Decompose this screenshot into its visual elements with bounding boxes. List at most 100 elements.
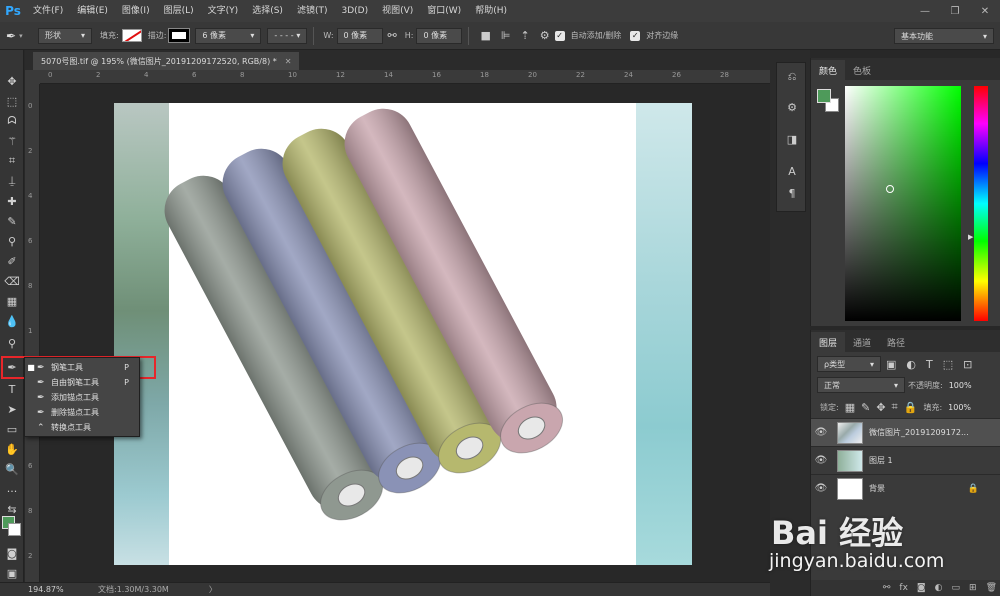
blend-mode-select[interactable]: 正常 ▾ xyxy=(817,377,905,393)
stroke-width-input[interactable]: 6 像素 ▾ xyxy=(195,27,262,44)
tab-channels[interactable]: 通道 xyxy=(845,332,879,352)
tab-layers[interactable]: 图层 xyxy=(811,332,846,352)
layer-row[interactable]: 👁 图层 1 xyxy=(811,446,1000,474)
paragraph-panel-icon[interactable]: ¶ xyxy=(783,185,801,201)
height-input[interactable]: 0 像素 xyxy=(416,27,463,44)
type-filter-icon[interactable]: T xyxy=(926,358,933,371)
path-alignment-icon[interactable]: ⊫ xyxy=(501,29,511,42)
adjustment-filter-icon[interactable]: ◐ xyxy=(906,358,916,371)
fx-icon[interactable]: fx xyxy=(899,583,908,593)
crop-tool-icon[interactable]: ⌗ xyxy=(2,152,22,170)
eraser-tool-icon[interactable]: ⌫ xyxy=(2,272,22,290)
menu-window[interactable]: 窗口(W) xyxy=(420,0,468,22)
marquee-tool-icon[interactable]: ⬚ xyxy=(2,92,22,110)
tab-paths[interactable]: 路径 xyxy=(879,332,913,352)
document-tab[interactable]: 5070号图.tif @ 195% (微信图片_20191209172520, … xyxy=(33,52,300,70)
close-button[interactable]: ✕ xyxy=(970,0,1000,22)
lock-artboard-icon[interactable]: ⌗ xyxy=(892,400,898,414)
tab-color[interactable]: 颜色 xyxy=(811,60,846,80)
add-mask-icon[interactable]: ◙ xyxy=(917,583,926,593)
menu-3d[interactable]: 3D(D) xyxy=(334,0,375,22)
close-tab-icon[interactable]: ✕ xyxy=(285,57,292,66)
history-panel-icon[interactable]: ⎌ xyxy=(783,69,801,85)
image-filter-icon[interactable]: ▣ xyxy=(886,358,896,371)
adjustments-panel-icon[interactable]: ◨ xyxy=(783,131,801,147)
link-icon[interactable]: ⚯ xyxy=(388,29,397,42)
character-panel-icon[interactable]: A xyxy=(783,163,801,179)
tool-preset-picker[interactable]: ✒ ▾ xyxy=(6,29,38,43)
auto-add-delete-checkbox[interactable]: ✓ xyxy=(554,30,565,41)
lock-image-icon[interactable]: ✎ xyxy=(861,401,870,414)
menu-view[interactable]: 视图(V) xyxy=(375,0,420,22)
panel-foreground-color[interactable] xyxy=(817,89,831,103)
more-tools-icon[interactable]: ··· xyxy=(2,482,22,500)
opacity-value[interactable]: 100% xyxy=(949,381,972,390)
properties-panel-icon[interactable]: ⚙ xyxy=(783,99,801,115)
layer-row[interactable]: 👁 背景 🔒 xyxy=(811,474,1000,502)
gear-icon[interactable]: ⚙ xyxy=(540,29,550,42)
background-color[interactable] xyxy=(8,523,21,536)
tab-swatches[interactable]: 色板 xyxy=(845,60,879,80)
menu-edit[interactable]: 编辑(E) xyxy=(70,0,115,22)
menu-image[interactable]: 图像(I) xyxy=(115,0,157,22)
new-group-icon[interactable]: ▭ xyxy=(952,583,961,593)
quick-mask-icon[interactable]: ◙ xyxy=(2,544,22,562)
rectangle-tool-icon[interactable]: ▭ xyxy=(2,420,22,438)
move-tool-icon[interactable]: ✥ xyxy=(2,72,22,90)
dodge-tool-icon[interactable]: ⚲ xyxy=(2,334,22,352)
eyedropper-tool-icon[interactable]: ⍊ xyxy=(2,172,22,190)
tool-mode-select[interactable]: 形状 ▾ xyxy=(38,27,92,44)
width-input[interactable]: 0 像素 xyxy=(336,27,383,44)
path-arrangement-icon[interactable]: ⇡ xyxy=(520,29,529,42)
menu-file[interactable]: 文件(F) xyxy=(26,0,70,22)
history-brush-tool-icon[interactable]: ✐ xyxy=(2,252,22,270)
fill-value[interactable]: 100% xyxy=(948,403,971,412)
menu-layer[interactable]: 图层(L) xyxy=(157,0,201,22)
screen-mode-icon[interactable]: ▣ xyxy=(2,564,22,582)
magic-wand-tool-icon[interactable]: ⚚ xyxy=(2,132,22,150)
minimize-button[interactable]: — xyxy=(910,0,940,22)
stroke-swatch[interactable] xyxy=(168,28,191,43)
trash-icon[interactable]: 🗑 xyxy=(986,583,997,593)
path-operations-icon[interactable]: ■ xyxy=(480,29,490,42)
flyout-pen-tool[interactable]: ■ ✒ 钢笔工具 P xyxy=(25,360,139,375)
restore-button[interactable]: ❐ xyxy=(940,0,970,22)
lasso-tool-icon[interactable]: ᗣ xyxy=(2,112,22,130)
eye-icon[interactable]: 👁 xyxy=(811,455,831,466)
new-adjustment-icon[interactable]: ◐ xyxy=(935,583,943,593)
flyout-delete-anchor-tool[interactable]: ✒ 删除锚点工具 xyxy=(25,405,139,420)
smart-object-filter-icon[interactable]: ⊡ xyxy=(963,358,972,371)
menu-filter[interactable]: 滤镜(T) xyxy=(290,0,335,22)
eye-icon[interactable]: 👁 xyxy=(811,427,831,438)
lock-all-icon[interactable]: 🔒 xyxy=(904,401,918,414)
zoom-tool-icon[interactable]: 🔍 xyxy=(2,460,22,478)
workspace-select[interactable]: 基本功能 ▾ xyxy=(894,28,994,44)
flyout-convert-point-tool[interactable]: ⌃ 转换点工具 xyxy=(25,420,139,435)
lock-position-icon[interactable]: ✥ xyxy=(876,401,885,414)
new-layer-icon[interactable]: ⊞ xyxy=(969,583,977,593)
layer-filter-select[interactable]: ρ类型 ▾ xyxy=(817,356,881,372)
eye-icon[interactable]: 👁 xyxy=(811,483,831,494)
layer-row[interactable]: 👁 微信图片_20191209172... xyxy=(811,418,1000,446)
flyout-add-anchor-tool[interactable]: ✒ 添加锚点工具 xyxy=(25,390,139,405)
color-picker-field[interactable] xyxy=(845,86,961,321)
hue-slider-handle-icon[interactable]: ▶ xyxy=(968,233,973,241)
align-edges-checkbox[interactable]: ✓ xyxy=(630,30,641,41)
stroke-type-select[interactable]: - - - - ▾ xyxy=(267,27,308,44)
flyout-freeform-pen-tool[interactable]: ✒ 自由钢笔工具 P xyxy=(25,375,139,390)
clone-stamp-tool-icon[interactable]: ⚲ xyxy=(2,232,22,250)
blur-tool-icon[interactable]: 💧 xyxy=(2,312,22,330)
path-selection-tool-icon[interactable]: ➤ xyxy=(2,400,22,418)
hue-slider[interactable] xyxy=(974,86,988,321)
lock-transparent-icon[interactable]: ▦ xyxy=(845,401,855,414)
gradient-tool-icon[interactable]: ▦ xyxy=(2,292,22,310)
fill-swatch[interactable] xyxy=(121,29,142,42)
status-menu-arrow[interactable]: 〉 xyxy=(209,584,217,595)
menu-select[interactable]: 选择(S) xyxy=(245,0,290,22)
menu-help[interactable]: 帮助(H) xyxy=(468,0,514,22)
brush-tool-icon[interactable]: ✎ xyxy=(2,212,22,230)
healing-brush-tool-icon[interactable]: ✚ xyxy=(2,192,22,210)
color-swatches[interactable] xyxy=(2,516,22,538)
type-tool-icon[interactable]: T xyxy=(2,380,22,398)
hand-tool-icon[interactable]: ✋ xyxy=(2,440,22,458)
